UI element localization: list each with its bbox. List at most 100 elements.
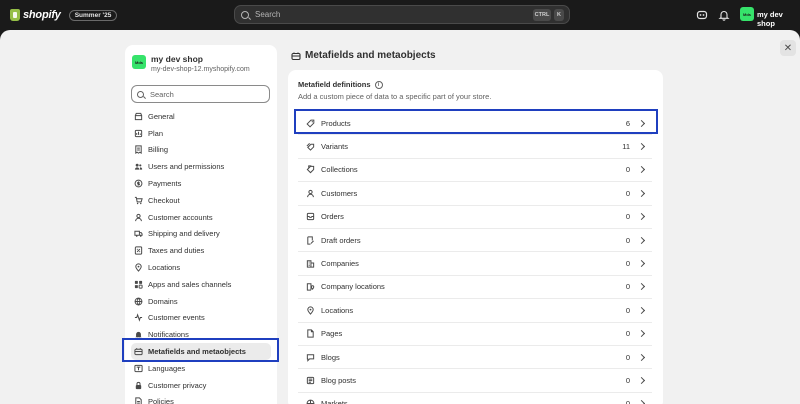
globe-icon: [134, 297, 143, 306]
definition-row-label: Collections: [321, 165, 358, 175]
sidebar-item-billing[interactable]: Billing: [125, 142, 277, 159]
definition-count: 0: [625, 259, 630, 269]
definition-row-orders[interactable]: Orders 0: [298, 206, 652, 229]
definition-row-blogs[interactable]: Blogs 0: [298, 346, 652, 370]
card-title-text: Metafield definitions: [298, 80, 371, 89]
sidebar-item-policies[interactable]: Policies: [125, 394, 277, 404]
definition-row-blog-posts[interactable]: Blog posts 0: [298, 369, 652, 393]
definition-count: 0: [625, 399, 630, 404]
store-avatar[interactable]: Mds: [740, 7, 754, 21]
close-settings-button[interactable]: ✕: [780, 40, 796, 56]
apps-icon: [134, 280, 143, 289]
definition-row-label: Blog posts: [321, 375, 357, 385]
settings-panel: ✕ Mds my dev shop my-dev-shop-12.myshopi…: [0, 30, 800, 404]
definition-row-companies[interactable]: Companies 0: [298, 252, 652, 276]
tag-icon: [306, 119, 315, 128]
sidebar-item-plan[interactable]: Plan: [125, 125, 277, 142]
sidebar-item-label: Billing: [148, 145, 169, 155]
page-icon: [307, 329, 314, 338]
edition-badge[interactable]: Summer '25: [68, 9, 118, 21]
collections-icon: [306, 165, 315, 174]
definition-row-draft-orders[interactable]: Draft orders 0: [298, 229, 652, 253]
store-icon: [134, 112, 143, 121]
page-title-text: Metafields and metaobjects: [305, 50, 436, 61]
definition-row-markets[interactable]: Markets 0: [298, 393, 652, 404]
definition-row-locations[interactable]: Locations 0: [298, 299, 652, 323]
truck-icon: [134, 231, 143, 238]
sidebar-item-label: Payments: [148, 179, 182, 189]
plan-icon: [134, 129, 143, 137]
definition-row-company-locations[interactable]: Company locations 0: [298, 276, 652, 300]
definition-row-label: Pages: [321, 329, 343, 339]
shortcut-ctrl-key: CTRL: [533, 9, 551, 21]
sidebar-item-label: General: [148, 111, 175, 121]
orders-icon: [306, 213, 315, 221]
sidebar-item-general[interactable]: General: [125, 108, 277, 125]
settings-nav: General Plan Billing Users and permissions P…: [125, 108, 277, 404]
notifications-bell-icon[interactable]: [718, 9, 730, 21]
settings-search-input[interactable]: Search: [131, 85, 270, 103]
sidebar-item-domains[interactable]: Domains: [125, 293, 277, 310]
sidebar-item-label: Languages: [148, 363, 186, 373]
card-title: Metafield definitions i: [298, 80, 383, 89]
sidebar-item-apps-and-sales-channels[interactable]: Apps and sales channels: [125, 276, 277, 293]
sidebar-item-languages[interactable]: Languages: [125, 360, 277, 377]
shop-domain: my-dev-shop-12.myshopify.com: [151, 66, 250, 73]
shopify-logo[interactable]: shopify: [10, 9, 61, 21]
search-icon: [137, 90, 144, 98]
sidebar-item-locations[interactable]: Locations: [125, 259, 277, 276]
users-icon: [134, 163, 143, 170]
markets-icon: [306, 399, 315, 404]
sidekick-icon[interactable]: [696, 9, 708, 21]
definition-count: 0: [625, 165, 630, 175]
sidebar-item-label: Taxes and duties: [148, 246, 205, 256]
document-icon: [135, 397, 142, 404]
sidebar-item-label: Policies: [148, 397, 174, 404]
sidebar-item-label: Shipping and delivery: [148, 229, 220, 239]
cart-icon: [134, 196, 143, 205]
close-icon: ✕: [783, 42, 793, 54]
settings-sidebar: Mds my dev shop my-dev-shop-12.myshopify…: [125, 45, 277, 404]
sidebar-item-shipping-and-delivery[interactable]: Shipping and delivery: [125, 226, 277, 243]
sidebar-item-label: Customer events: [148, 313, 205, 323]
sidebar-item-notifications[interactable]: Notifications: [125, 326, 277, 343]
sidebar-item-customer-events[interactable]: Customer events: [125, 310, 277, 327]
sidebar-item-label: Plan: [148, 128, 164, 138]
definition-count: 6: [625, 118, 630, 128]
definition-row-customers[interactable]: Customers 0: [298, 182, 652, 206]
definition-row-label: Customers: [321, 188, 358, 198]
shortcut-k-key: K: [554, 9, 564, 21]
shop-logo: Mds: [132, 55, 146, 69]
definition-count: 0: [625, 188, 630, 198]
sidebar-item-checkout[interactable]: Checkout: [125, 192, 277, 209]
definition-count: 0: [625, 212, 630, 222]
settings-search-placeholder: Search: [150, 89, 174, 99]
definition-count: 0: [625, 305, 630, 315]
info-icon[interactable]: i: [374, 80, 383, 89]
definition-row-label: Companies: [321, 259, 359, 269]
definition-row-collections[interactable]: Collections 0: [298, 159, 652, 183]
store-name[interactable]: my dev shop: [757, 10, 800, 28]
definition-count: 0: [625, 282, 630, 292]
tax-icon: [134, 246, 143, 255]
definition-count: 0: [625, 329, 630, 339]
sidebar-item-metafields-and-metaobjects[interactable]: Metafields and metaobjects: [131, 343, 271, 360]
location-icon: [135, 263, 142, 272]
sidebar-item-customer-accounts[interactable]: Customer accounts: [125, 209, 277, 226]
sidebar-item-label: Notifications: [148, 330, 189, 340]
sidebar-item-customer-privacy[interactable]: Customer privacy: [125, 377, 277, 394]
brand-name: shopify: [23, 9, 61, 21]
sidebar-item-payments[interactable]: Payments: [125, 175, 277, 192]
sidebar-item-users-and-permissions[interactable]: Users and permissions: [125, 158, 277, 175]
definition-row-products[interactable]: Products 6: [298, 112, 652, 136]
definition-row-variants[interactable]: Variants 11: [298, 135, 652, 159]
sidebar-item-taxes-and-duties[interactable]: Taxes and duties: [125, 242, 277, 259]
language-icon: [134, 364, 143, 372]
metafields-icon: [291, 52, 301, 60]
global-search-input[interactable]: Search CTRL K: [234, 5, 570, 24]
definition-row-pages[interactable]: Pages 0: [298, 323, 652, 346]
events-icon: [134, 313, 143, 323]
card-subtitle: Add a custom piece of data to a specific…: [298, 92, 492, 101]
location-icon: [307, 306, 314, 315]
variants-icon: [306, 143, 315, 151]
